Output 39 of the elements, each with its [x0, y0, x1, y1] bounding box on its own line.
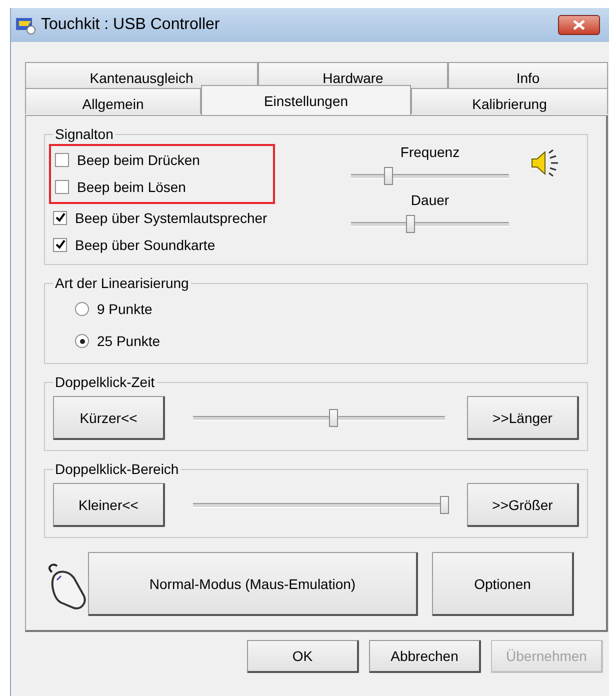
- radio-button[interactable]: 9 Punkte: [53, 293, 579, 325]
- radio-button[interactable]: 25 Punkte: [53, 325, 579, 357]
- checkbox[interactable]: Beep beim Drücken: [55, 146, 273, 173]
- window-title: Touchkit : USB Controller: [41, 16, 221, 34]
- tab[interactable]: Hardware: [258, 62, 448, 88]
- options-button[interactable]: Optionen: [432, 552, 574, 616]
- tab[interactable]: Kantenausgleich: [25, 62, 258, 88]
- slider-thumb[interactable]: [440, 496, 449, 514]
- slider-label: Frequenz: [400, 144, 460, 160]
- slider-thumb[interactable]: [384, 167, 393, 185]
- checkbox[interactable]: Beep über Systemlautsprecher: [53, 204, 345, 231]
- tab[interactable]: Info: [448, 62, 608, 88]
- decrease-button[interactable]: Kürzer<<: [53, 396, 165, 440]
- app-icon: [15, 15, 37, 35]
- group-title: Doppelklick-Bereich: [54, 461, 180, 477]
- close-button[interactable]: [558, 15, 600, 35]
- decrease-button[interactable]: Kleiner<<: [53, 483, 165, 527]
- slider-thumb[interactable]: [406, 215, 416, 233]
- dialog-button[interactable]: Abbrechen: [369, 640, 481, 673]
- increase-button[interactable]: >>Größer: [467, 483, 579, 527]
- group-title: Doppelklick-Zeit: [54, 374, 156, 390]
- slider[interactable]: [351, 214, 509, 234]
- checkmark-icon: [54, 212, 66, 223]
- slider-thumb[interactable]: [329, 409, 338, 427]
- checkmark-icon: [54, 239, 66, 250]
- mode-button[interactable]: Normal-Modus (Maus-Emulation): [88, 552, 418, 616]
- group-title: Art der Linearisierung: [54, 275, 190, 291]
- close-icon: [573, 20, 585, 30]
- checkbox[interactable]: Beep über Soundkarte: [53, 231, 345, 258]
- tab[interactable]: Einstellungen: [201, 85, 411, 115]
- slider[interactable]: [193, 408, 445, 428]
- tab[interactable]: Allgemein: [25, 88, 201, 114]
- dialog-button[interactable]: OK: [247, 640, 359, 673]
- increase-button[interactable]: >>Länger: [467, 396, 579, 440]
- group-title: Signalton: [54, 126, 114, 142]
- checkbox[interactable]: Beep beim Lösen: [55, 173, 273, 200]
- slider[interactable]: [351, 166, 509, 186]
- tab[interactable]: Kalibrierung: [411, 88, 608, 114]
- slider-label: Dauer: [410, 192, 450, 208]
